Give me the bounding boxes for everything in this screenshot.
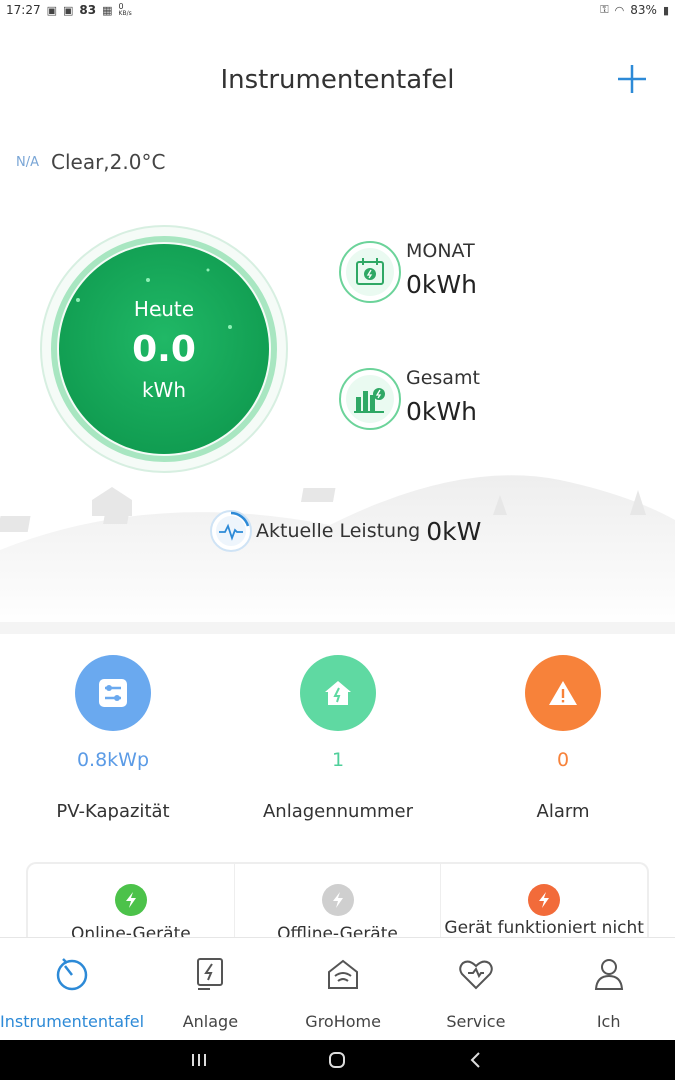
battery-percent: 83%: [630, 3, 657, 17]
tab-grohome[interactable]: GroHome: [277, 938, 410, 1040]
section-divider: [0, 622, 675, 634]
current-power: Aktuelle Leistung 0kW: [210, 510, 481, 552]
online-devices-card[interactable]: Online-Geräte: [28, 864, 235, 942]
tab-service[interactable]: Service: [410, 938, 543, 1040]
tab-label: GroHome: [305, 1012, 381, 1031]
tab-label: Service: [446, 1012, 506, 1031]
offline-devices-card[interactable]: Offline-Geräte: [235, 864, 442, 942]
notification-icon: ▣: [46, 3, 57, 17]
pulse-icon: [210, 510, 252, 552]
pv-capacity-item[interactable]: 0.8kWp PV-Kapazität: [13, 655, 213, 822]
plant-count-value: 1: [331, 749, 345, 771]
lightning-icon: [114, 884, 147, 916]
today-value: 0.0: [132, 328, 196, 370]
key-icon: ⚿: [600, 3, 609, 16]
bar-chart-icon: [339, 368, 401, 430]
lightning-icon: [528, 884, 561, 916]
tab-label: Anlage: [182, 1012, 239, 1031]
tab-label: Ich: [596, 1012, 621, 1031]
alarm-value: 0: [556, 749, 570, 771]
today-unit: kWh: [141, 377, 187, 402]
current-power-value: 0kW: [426, 516, 482, 546]
month-stat[interactable]: MONAT 0kWh: [338, 240, 477, 304]
weather-row: N/A Clear,2.0°C: [16, 150, 165, 174]
notification-icon: ▣: [63, 3, 74, 17]
home-circle-icon: [329, 1052, 346, 1068]
tab-anlage[interactable]: Anlage: [144, 938, 277, 1040]
recent-apps-icon: [192, 1054, 207, 1066]
plant-icon: [197, 958, 224, 990]
lightning-icon: [321, 884, 354, 916]
recent-apps-button[interactable]: [179, 1045, 219, 1075]
current-power-label: Aktuelle Leistung: [256, 520, 421, 542]
status-speed-value: 83: [79, 3, 97, 17]
alarm-caption: Alarm: [536, 801, 590, 822]
weather-condition: Clear,2.0°C: [51, 150, 166, 174]
network-speed-value: 0: [118, 2, 124, 11]
page-title: Instrumententafel: [220, 65, 455, 95]
total-stat[interactable]: Gesamt 0kWh: [338, 367, 480, 431]
app-icon: ▦: [102, 3, 113, 17]
tab-instrumententafel[interactable]: Instrumententafel: [0, 938, 144, 1040]
calendar-energy-icon: [339, 241, 401, 303]
total-label: Gesamt: [406, 367, 480, 389]
today-gauge-text: Heute 0.0 kWh: [40, 225, 288, 473]
device-status-cards: Online-Geräte Offline-Geräte Gerät funkt…: [26, 862, 649, 942]
month-label: MONAT: [406, 240, 475, 262]
fault-devices-card[interactable]: Gerät funktioniert nicht: [441, 864, 647, 942]
network-speed-unit: KB/s: [118, 10, 132, 17]
user-icon: [594, 959, 623, 990]
weather-badge: N/A: [16, 154, 39, 170]
settings-sliders-icon: [75, 655, 151, 731]
system-navigation-bar: [0, 1040, 675, 1080]
battery-icon: ▮: [662, 3, 669, 17]
energy-overview: Heute 0.0 kWh MONAT 0kWh Gesamt 0kWh Akt…: [0, 190, 675, 630]
today-label: Heute: [133, 296, 195, 321]
plant-count-caption: Anlagennummer: [262, 801, 414, 822]
month-value: 0kWh: [406, 270, 477, 299]
home-icon: [328, 959, 359, 989]
dashboard-icon: [56, 958, 88, 991]
status-time: 17:27: [6, 3, 41, 17]
network-speed: 0 KB/s: [118, 2, 132, 18]
plant-count-item[interactable]: 1 Anlagennummer: [238, 655, 438, 822]
tab-ich[interactable]: Ich: [542, 938, 675, 1040]
tab-label: Instrumententafel: [0, 1012, 145, 1031]
bottom-tab-bar: Instrumententafel Anlage GroHome Service…: [0, 937, 675, 1040]
wifi-icon: ◠: [614, 3, 625, 17]
status-bar: 17:27 ▣ ▣ 83 ▦ 0 KB/s ⚿ ◠ 83% ▮: [0, 0, 675, 22]
plus-icon[interactable]: [612, 59, 652, 99]
back-icon: [470, 1052, 480, 1068]
home-button[interactable]: [317, 1045, 357, 1075]
summary-row: 0.8kWp PV-Kapazität 1 Anlagennummer 0 Al…: [0, 655, 675, 835]
heart-icon: [459, 960, 493, 990]
total-value: 0kWh: [406, 397, 477, 426]
pv-capacity-caption: PV-Kapazität: [56, 801, 170, 822]
app-header: Instrumententafel: [0, 55, 675, 105]
pv-capacity-value: 0.8kWp: [76, 749, 150, 771]
warning-icon: [525, 655, 601, 731]
home-energy-icon: [300, 655, 376, 731]
alarm-item[interactable]: 0 Alarm: [463, 655, 663, 822]
back-button[interactable]: [456, 1045, 496, 1075]
fault-devices-label: Gerät funktioniert nicht: [444, 918, 644, 938]
